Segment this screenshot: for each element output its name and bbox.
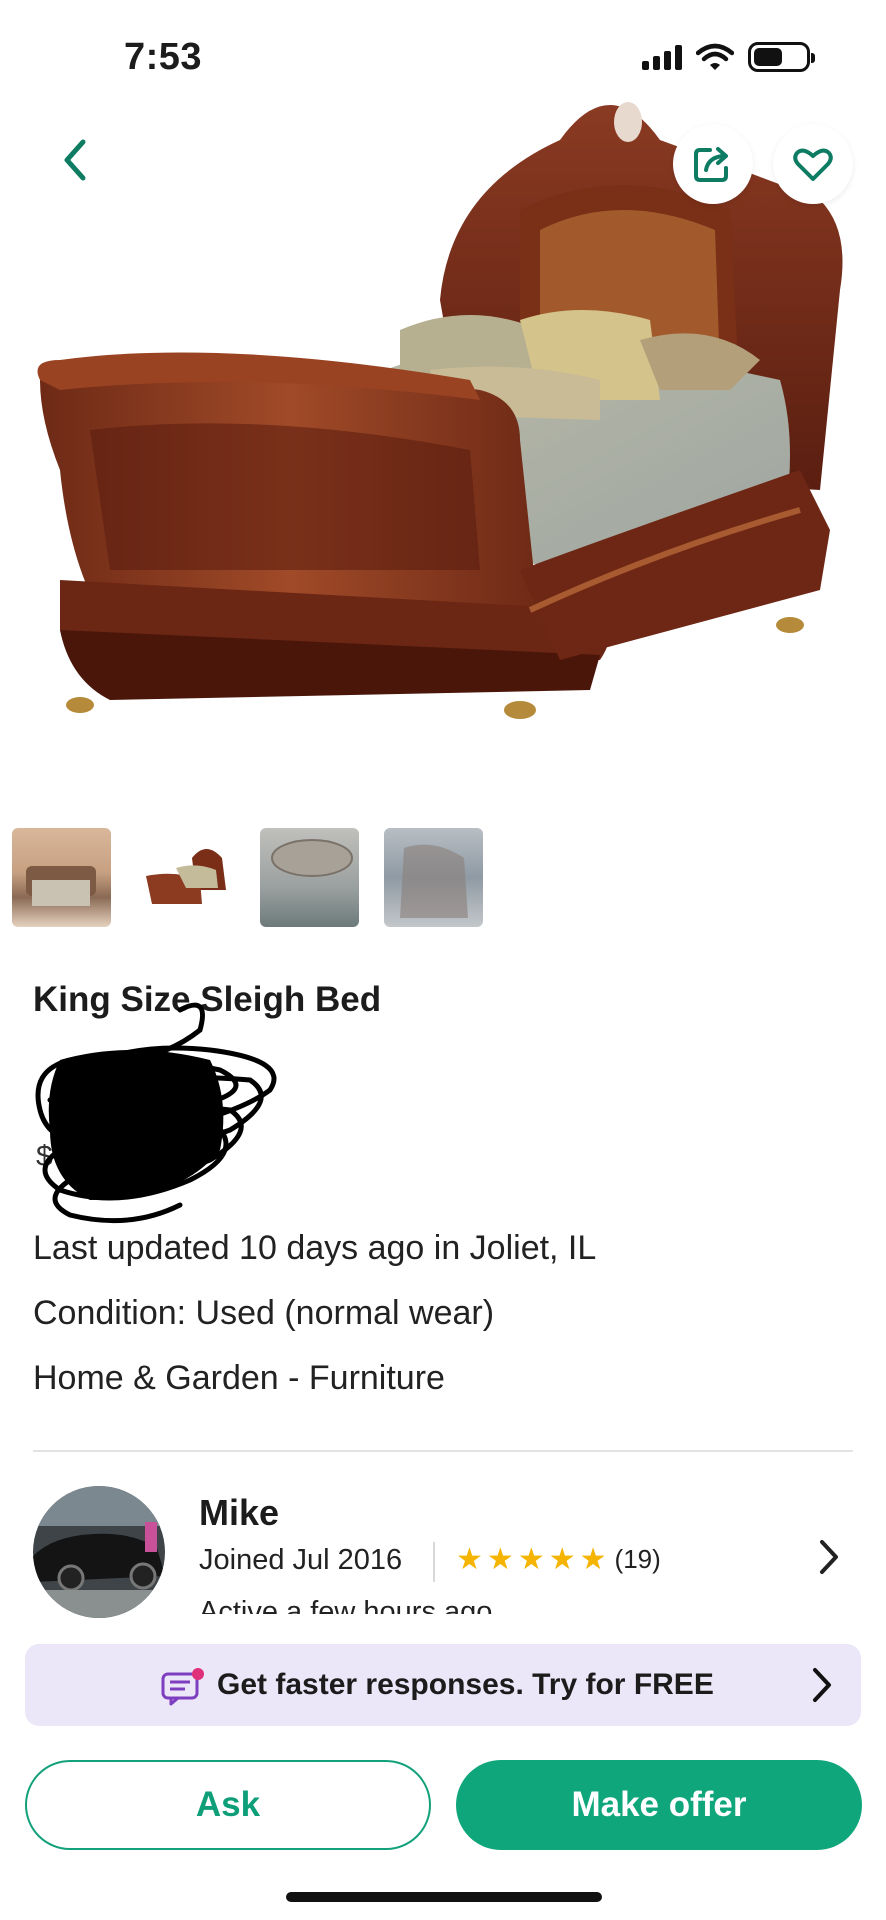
last-updated-text: Last updated 10 days ago in Joliet, IL [33, 1229, 597, 1267]
chevron-right-icon [820, 1540, 838, 1574]
share-button[interactable] [673, 124, 753, 204]
rating-count: (19) [614, 1544, 661, 1574]
make-offer-button[interactable]: Make offer [456, 1760, 862, 1850]
seller-name: Mike [199, 1492, 280, 1533]
seller-card[interactable]: Mike Joined Jul 2016 ★ ★ ★ ★ ★ (19) Acti… [0, 1480, 886, 1618]
condition-text: Condition: Used (normal wear) [33, 1294, 495, 1332]
back-button[interactable] [48, 130, 102, 190]
share-icon [694, 147, 728, 182]
listing-main-image[interactable] [0, 70, 886, 750]
ask-button[interactable]: Ask [25, 1760, 431, 1850]
thumbnail-3[interactable] [260, 828, 359, 927]
chevron-left-icon [64, 139, 86, 181]
star-icon: ★ [517, 1542, 545, 1576]
chat-badge-icon [161, 1668, 204, 1706]
wifi-icon [696, 43, 734, 70]
thumbnail-4[interactable] [384, 828, 483, 927]
redaction-scribble [35, 1002, 277, 1224]
price-redacted: $ [30, 1000, 280, 1230]
section-divider [33, 1450, 853, 1452]
promo-banner[interactable]: Get faster responses. Try for FREE [25, 1644, 861, 1726]
star-icon: ★ [486, 1542, 514, 1576]
star-icon: ★ [579, 1542, 607, 1576]
chevron-right-icon [813, 1668, 831, 1702]
thumbnail-strip [12, 828, 483, 927]
star-icon: ★ [548, 1542, 576, 1576]
star-icon: ★ [456, 1542, 483, 1576]
category-link[interactable]: Home & Garden - Furniture [33, 1359, 445, 1398]
thumbnail-1[interactable] [12, 828, 111, 927]
seller-rating: ★ ★ ★ ★ ★ (19) [456, 1544, 661, 1575]
rating-separator [433, 1542, 435, 1582]
signal-icon [642, 44, 682, 70]
avatar [33, 1486, 165, 1618]
status-icons [642, 42, 815, 72]
promo-text: Get faster responses. Try for FREE [217, 1668, 714, 1701]
home-indicator [286, 1892, 602, 1902]
favorite-button[interactable] [773, 124, 853, 204]
seller-joined: Joined Jul 2016 [199, 1544, 403, 1576]
seller-activity: Active a few hours ago [199, 1596, 493, 1614]
thumbnail-2[interactable] [136, 828, 235, 927]
heart-icon [793, 148, 833, 181]
sleigh-bed-image [37, 102, 843, 719]
battery-icon [748, 42, 815, 72]
